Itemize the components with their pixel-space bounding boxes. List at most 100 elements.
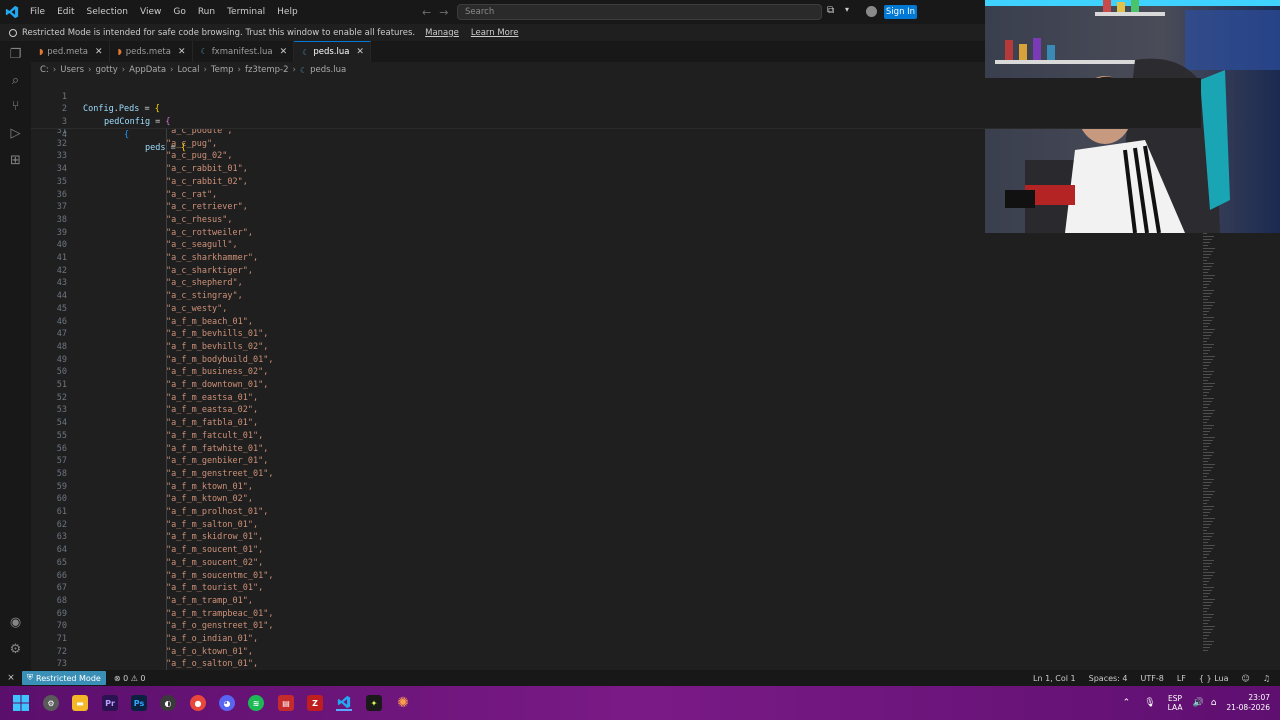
activity-bar: ❐ ⌕ ⑂ ▷ ⊞ ◉ ⚙ <box>0 41 31 670</box>
filezilla-icon[interactable]: Z <box>307 695 323 711</box>
close-icon[interactable]: ✕ <box>178 47 186 57</box>
rss-file-icon: ◗ <box>117 47 122 56</box>
discord-icon[interactable]: ◕ <box>219 695 235 711</box>
minimap[interactable] <box>1201 233 1217 663</box>
minimap-line <box>1203 281 1211 282</box>
speaker-icon[interactable]: 🔊 <box>1192 698 1203 708</box>
back-arrow-icon[interactable]: ← <box>422 6 431 19</box>
learn-more-link[interactable]: Learn More <box>471 28 519 38</box>
breadcrumb-item[interactable]: fz3temp-2 <box>245 65 289 75</box>
indentation[interactable]: Spaces: 4 <box>1089 674 1128 683</box>
tab-fxmanifest-lua[interactable]: ☾ fxmanifest.lua ✕ <box>192 41 295 62</box>
search-icon[interactable]: ⌕ <box>8 73 23 88</box>
menu-terminal[interactable]: Terminal <box>221 0 271 24</box>
string-literal: "a_f_m_downtown_01", <box>166 380 269 390</box>
restricted-mode-button[interactable]: ⛨ Restricted Mode <box>22 671 106 685</box>
encoding[interactable]: UTF-8 <box>1141 674 1164 683</box>
string-literal: "a_f_o_indian_01", <box>166 634 259 644</box>
close-icon[interactable]: ✕ <box>356 47 364 57</box>
menu-go[interactable]: Go <box>167 0 191 24</box>
feedback-icon[interactable]: ☺ <box>1241 674 1249 683</box>
minimap-line <box>1203 638 1207 639</box>
run-debug-icon[interactable]: ▷ <box>8 126 23 141</box>
problems-indicator[interactable]: ⊗ 0 ⚠ 0 <box>114 674 146 683</box>
sign-in-button[interactable]: Sign In <box>884 5 917 19</box>
chrome-icon[interactable]: ● <box>190 695 206 711</box>
microphone-icon[interactable]: 🎙 <box>1144 698 1155 708</box>
command-center-search[interactable]: Search <box>457 4 822 20</box>
minimap-line <box>1203 482 1212 483</box>
breadcrumb-item[interactable]: peds.lua <box>310 65 346 75</box>
breadcrumb-item[interactable]: gotty <box>95 65 117 75</box>
chevron-right-icon: › <box>52 65 57 75</box>
forward-arrow-icon[interactable]: → <box>439 6 448 19</box>
minimap-line <box>1203 440 1213 441</box>
string-literal: "a_f_m_tramp_01", <box>166 595 253 606</box>
chevron-down-icon[interactable]: ▾ <box>845 5 849 14</box>
menu-selection[interactable]: Selection <box>81 0 134 24</box>
breadcrumb-item[interactable]: Users <box>60 65 84 75</box>
lua-file-icon: ☾ <box>200 47 208 56</box>
code-line: 42 "a_c_sharktiger", <box>31 265 1201 278</box>
menu-run[interactable]: Run <box>192 0 221 24</box>
github-icon[interactable]: ◐ <box>160 695 176 711</box>
tab-peds-lua[interactable]: ☾ peds.lua ✕ <box>294 41 371 62</box>
breadcrumb-item[interactable]: Local <box>177 65 199 75</box>
string-literal: "a_f_m_soucent_02", <box>166 557 264 568</box>
tab-label: ped.meta <box>47 46 88 57</box>
photoshop-icon[interactable]: Ps <box>131 695 147 711</box>
minimap-line <box>1203 302 1215 303</box>
minimap-line <box>1203 284 1209 285</box>
app-icon[interactable]: ✦ <box>366 695 382 711</box>
windows-start-icon[interactable] <box>13 695 29 711</box>
minimap-line <box>1203 530 1207 531</box>
copilot-icon[interactable]: ⧉ <box>827 5 839 17</box>
clock[interactable]: 23:07 21-08-2026 <box>1226 693 1270 713</box>
sticky-scroll-header[interactable]: 1 Config.Peds = { 2 pedConfig = { 3 { 4 … <box>31 78 1201 153</box>
settings-app-icon[interactable]: ⚙ <box>43 695 59 711</box>
breadcrumb-item[interactable]: Temp <box>211 65 234 75</box>
app-icon[interactable]: ✺ <box>395 695 411 711</box>
tab-ped-meta[interactable]: ◗ ped.meta ✕ <box>31 41 110 62</box>
close-icon[interactable]: ✕ <box>280 47 288 57</box>
end-of-line[interactable]: LF <box>1177 674 1186 683</box>
minimap-line <box>1203 617 1212 618</box>
line-number: 36 <box>56 189 67 200</box>
file-explorer-icon[interactable]: ▬ <box>72 695 88 711</box>
vscode-taskbar-icon[interactable] <box>336 695 352 711</box>
code-line: 69 "a_f_m_trampbeac_01", <box>31 608 1201 621</box>
minimap-line <box>1203 422 1207 423</box>
manage-link[interactable]: Manage <box>425 28 459 38</box>
network-icon[interactable]: ⌂ <box>1211 698 1217 708</box>
string-literal: "a_c_westy", <box>166 303 228 314</box>
spotify-icon[interactable]: ≋ <box>248 695 264 711</box>
explorer-icon[interactable]: ❐ <box>8 47 23 62</box>
menu-file[interactable]: File <box>24 0 51 24</box>
cursor-position[interactable]: Ln 1, Col 1 <box>1033 674 1076 683</box>
breadcrumb-item[interactable]: AppData <box>129 65 166 75</box>
tab-peds-meta[interactable]: ◗ peds.meta ✕ <box>109 41 193 62</box>
minimap-line <box>1203 365 1209 366</box>
language-mode[interactable]: { } Lua <box>1199 674 1229 683</box>
line-number: 66 <box>56 570 67 581</box>
chevron-right-icon: › <box>292 65 296 75</box>
language-indicator[interactable]: ESP LAA <box>1168 694 1183 712</box>
bell-icon[interactable]: ♫ <box>1263 674 1270 683</box>
menu-view[interactable]: View <box>134 0 167 24</box>
menu-edit[interactable]: Edit <box>51 0 80 24</box>
vertical-scrollbar[interactable] <box>1267 233 1280 670</box>
premiere-icon[interactable]: Pr <box>102 695 118 711</box>
app-icon[interactable]: ▤ <box>278 695 294 711</box>
source-control-icon[interactable]: ⑂ <box>8 99 23 114</box>
code-line: 43 "a_c_shepherd", <box>31 277 1201 290</box>
account-icon[interactable] <box>866 6 877 17</box>
extensions-icon[interactable]: ⊞ <box>8 153 23 168</box>
minimap-line <box>1203 419 1209 420</box>
gear-icon[interactable]: ⚙ <box>8 642 23 657</box>
close-icon[interactable]: ✕ <box>95 47 103 57</box>
remote-icon[interactable]: ⨯ <box>0 670 22 686</box>
breadcrumb-item[interactable]: C: <box>40 65 49 75</box>
account-icon[interactable]: ◉ <box>8 615 23 630</box>
chevron-up-icon[interactable]: ⌃ <box>1123 698 1131 708</box>
menu-help[interactable]: Help <box>271 0 304 24</box>
